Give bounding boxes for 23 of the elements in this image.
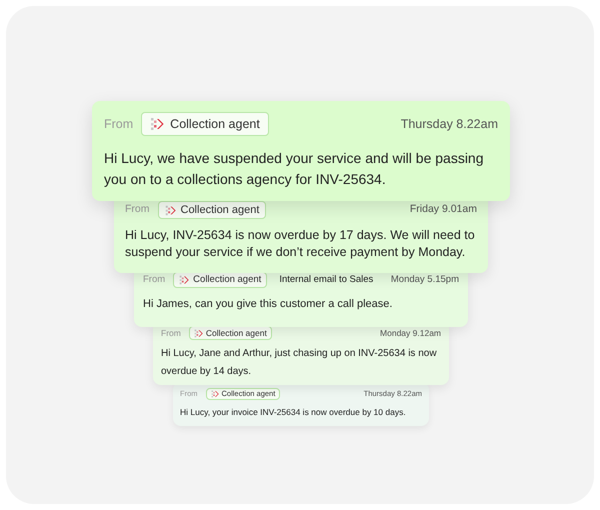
message-text: Hi Lucy, we have suspended your service and will be passing you on to a collections agency for INV-25634. bbox=[104, 149, 485, 189]
arrow-logo-icon bbox=[194, 328, 203, 338]
from-label: From bbox=[104, 116, 134, 133]
arrow-logo-icon bbox=[150, 117, 164, 131]
timestamp: Monday 9.12am bbox=[380, 326, 441, 340]
arrow-logo-icon bbox=[210, 390, 218, 398]
message-text: Hi Lucy, Jane and Arthur, just chasing up on INV-25634 is now overdue by 14 days. bbox=[161, 347, 438, 379]
from-label: From bbox=[125, 202, 150, 218]
from-label: From bbox=[161, 326, 181, 340]
note-label: Internal email to Sales bbox=[279, 272, 374, 287]
message-text: Hi Lucy, your invoice INV-25634 is now overdue by 10 days. bbox=[180, 406, 407, 418]
timestamp: Friday 9.01am bbox=[410, 202, 477, 218]
message-text: Hi Lucy, INV-25634 is now overdue by 17 days. We will need to suspend your service if we don’t receive payment by Monday. bbox=[125, 227, 476, 261]
arrow-logo-icon bbox=[164, 204, 176, 216]
timestamp: Thursday 8.22am bbox=[400, 116, 498, 133]
sender-tag: Collection agent bbox=[188, 326, 272, 340]
sender-tag: Collection agent bbox=[158, 201, 266, 219]
timestamp: Monday 5.15pm bbox=[390, 272, 459, 287]
sender-tag: Collection agent bbox=[173, 272, 268, 288]
sender-tag: Collection agent bbox=[141, 112, 269, 136]
message-text: Hi James, can you give this customer a call please. bbox=[143, 297, 394, 312]
from-label: From bbox=[143, 272, 166, 287]
arrow-logo-icon bbox=[179, 275, 190, 285]
